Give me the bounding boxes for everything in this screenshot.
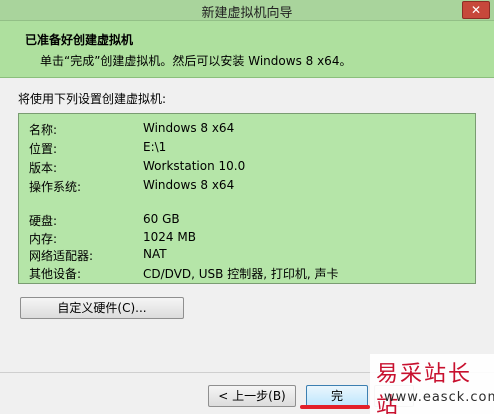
setting-key: 位置: [29, 142, 58, 156]
watermark: 易采站长站 www.easck.com [370, 354, 494, 414]
setting-key: 版本: [29, 161, 58, 175]
close-icon[interactable]: ✕ [462, 1, 490, 19]
title-bar: 新建虚拟机向导 ✕ [0, 0, 494, 21]
setting-key: 网络适配器: [29, 249, 94, 263]
setting-row-disk: 硬盘: 60 GB [19, 212, 475, 229]
setting-key: 名称: [29, 123, 58, 137]
setting-row-location: 位置: E:\1 [19, 140, 475, 157]
new-vm-wizard-window: 新建虚拟机向导 ✕ 已准备好创建虚拟机 单击“完成”创建虚拟机。然后可以安装 W… [0, 0, 494, 414]
setting-value: 1024 MB [143, 230, 196, 244]
settings-summary: 名称: Windows 8 x64 位置: E:\1 版本: Workstati… [18, 113, 476, 284]
watermark-text: 易采站长站 [376, 362, 473, 414]
setting-row-devices: 其他设备: CD/DVD, USB 控制器, 打印机, 声卡 [19, 265, 475, 282]
window-title: 新建虚拟机向导 [201, 6, 293, 21]
setting-value: NAT [143, 247, 167, 261]
watermark-url: www.easck.com [384, 390, 494, 405]
wizard-header: 已准备好创建虚拟机 单击“完成”创建虚拟机。然后可以安装 Windows 8 x… [0, 21, 494, 78]
setting-value: Windows 8 x64 [143, 178, 235, 192]
setting-value: Workstation 10.0 [143, 159, 246, 173]
setting-row-name: 名称: Windows 8 x64 [19, 121, 475, 138]
setting-row-os: 操作系统: Windows 8 x64 [19, 178, 475, 195]
setting-row-memory: 内存: 1024 MB [19, 230, 475, 247]
setting-value: E:\1 [143, 140, 167, 154]
back-button[interactable]: < 上一步(B) [208, 385, 296, 407]
setting-row-version: 版本: Workstation 10.0 [19, 159, 475, 176]
customize-hardware-button[interactable]: 自定义硬件(C)... [20, 297, 184, 319]
setting-value: Windows 8 x64 [143, 121, 235, 135]
setting-row-network: 网络适配器: NAT [19, 247, 475, 264]
finish-button[interactable]: 完 [306, 385, 368, 407]
setting-key: 硬盘: [29, 214, 58, 228]
setting-value: 60 GB [143, 212, 180, 226]
setting-key: 其他设备: [29, 267, 82, 281]
setting-key: 内存: [29, 232, 58, 246]
setting-key: 操作系统: [29, 180, 82, 194]
header-subtitle: 单击“完成”创建虚拟机。然后可以安装 Windows 8 x64。 [40, 54, 352, 68]
annotation-underline [300, 405, 370, 409]
setting-value: CD/DVD, USB 控制器, 打印机, 声卡 [143, 267, 339, 281]
settings-prompt: 将使用下列设置创建虚拟机: [18, 92, 167, 106]
header-title: 已准备好创建虚拟机 [25, 33, 134, 47]
